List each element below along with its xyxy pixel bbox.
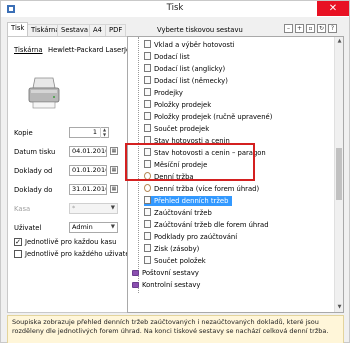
list-item[interactable]: Zaúčtování tržeb dle forem úhrad: [144, 220, 269, 230]
user-select[interactable]: Admin ▼: [69, 222, 118, 233]
scroll-up-icon[interactable]: ▲: [335, 37, 344, 46]
scroll-thumb[interactable]: [336, 148, 342, 200]
printer-label[interactable]: Tiskárna: [14, 46, 43, 54]
report-icon: [144, 232, 151, 240]
report-icon: [144, 220, 151, 228]
tab-pdf[interactable]: PDF: [105, 24, 127, 36]
refresh-icon[interactable]: ↻: [317, 24, 326, 33]
list-item[interactable]: Vklad a výběr hotovosti: [144, 40, 235, 50]
tab-tisk[interactable]: Tisk: [7, 22, 29, 36]
close-button[interactable]: ✕: [317, 1, 349, 16]
expand-all-icon[interactable]: +: [295, 24, 304, 33]
list-item[interactable]: Dodací list: [144, 52, 190, 62]
list-item-selected[interactable]: Přehled denních tržeb: [144, 196, 233, 206]
report-icon: [144, 124, 151, 132]
list-item[interactable]: Dodací list (anglicky): [144, 64, 225, 74]
print-settings-panel: Tiskárna Hewlett-Packard LaserJet Kopie …: [7, 36, 143, 313]
single-register-label[interactable]: Jednotlivě pro každou kasu: [25, 238, 116, 246]
docs-to-calendar-icon[interactable]: ▦: [110, 185, 118, 193]
report-icon: [144, 112, 151, 120]
restore-icon[interactable]: ▫: [306, 24, 315, 33]
single-register-checkbox[interactable]: ✓: [14, 238, 22, 246]
list-item[interactable]: Podklady pro zaúčtování: [144, 232, 237, 242]
list-item[interactable]: Dodací list (německy): [144, 76, 228, 86]
report-icon: [144, 76, 151, 84]
docs-from-label: Doklady od: [14, 167, 53, 175]
report-icon: [144, 196, 151, 204]
printer-icon: [28, 77, 60, 109]
report-icon: [144, 244, 151, 252]
docs-to-input[interactable]: 31.01.2016: [69, 184, 107, 195]
copies-stepper[interactable]: ▲ ▼: [100, 127, 108, 138]
list-item[interactable]: Součet prodejek: [144, 124, 209, 134]
print-dialog: Tisk ✕ Tisk Tiskárna Sestava A4 PDF Vybe…: [0, 0, 350, 343]
user-label: Uživatel: [14, 224, 42, 232]
chevron-down-icon: ▼: [110, 224, 115, 230]
list-group[interactable]: Poštovní sestavy: [132, 268, 199, 278]
report-icon: [144, 88, 151, 96]
collapse-all-icon[interactable]: –: [284, 24, 293, 33]
printer-name: Hewlett-Packard LaserJet: [48, 46, 133, 54]
folder-icon: [132, 282, 139, 288]
help-icon[interactable]: ?: [328, 24, 337, 33]
report-icon: [144, 40, 151, 48]
print-date-calendar-icon[interactable]: ▦: [110, 147, 118, 155]
docs-to-label: Doklady do: [14, 186, 53, 194]
list-item[interactable]: Součet položek: [144, 256, 206, 266]
select-report-label: Vyberte tiskovou sestavu: [157, 26, 243, 34]
tab-a4[interactable]: A4: [89, 24, 106, 36]
print-date-label: Datum tisku: [14, 148, 56, 156]
list-item[interactable]: Položky prodejek: [144, 100, 211, 110]
report-icon: [144, 256, 151, 264]
folder-icon: [132, 270, 139, 276]
annotation-highlight: [125, 143, 255, 181]
list-item[interactable]: Prodejky: [144, 88, 183, 98]
tab-sestava[interactable]: Sestava: [57, 24, 93, 36]
tab-strip: Tisk Tiskárna Sestava A4 PDF: [7, 22, 143, 36]
title-bar: Tisk ✕: [1, 1, 349, 17]
docs-from-input[interactable]: 01.01.2016: [69, 165, 107, 176]
register-select: * ▼: [69, 203, 118, 214]
pie-report-icon: [144, 184, 151, 192]
report-icon: [144, 64, 151, 72]
register-label: Kasa: [14, 205, 31, 213]
report-description: Soupiska zobrazuje přehled denních tržeb…: [7, 315, 344, 343]
window-title: Tisk: [166, 3, 184, 13]
list-item[interactable]: Zisk (zásoby): [144, 244, 199, 254]
copies-label: Kopie: [14, 129, 33, 137]
list-item[interactable]: Zaúčtování tržeb: [144, 208, 212, 218]
list-item[interactable]: Položky prodejek (ručně upravené): [144, 112, 272, 122]
print-date-input[interactable]: 04.01.2016: [69, 146, 107, 157]
each-user-label[interactable]: Jednotlivě pro každého uživatel: [25, 250, 131, 258]
report-icon: [144, 208, 151, 216]
report-icon: [144, 52, 151, 60]
each-user-checkbox[interactable]: [14, 250, 22, 258]
list-scrollbar[interactable]: ▲ ▼: [334, 37, 343, 312]
chevron-down-icon: ▼: [110, 205, 115, 211]
list-group[interactable]: Kontrolní sestavy: [132, 280, 200, 290]
scroll-down-icon[interactable]: ▼: [335, 303, 344, 312]
docs-from-calendar-icon[interactable]: ▦: [110, 166, 118, 174]
report-icon: [144, 100, 151, 108]
list-item[interactable]: Denní tržba (více forem úhrad): [144, 184, 259, 194]
